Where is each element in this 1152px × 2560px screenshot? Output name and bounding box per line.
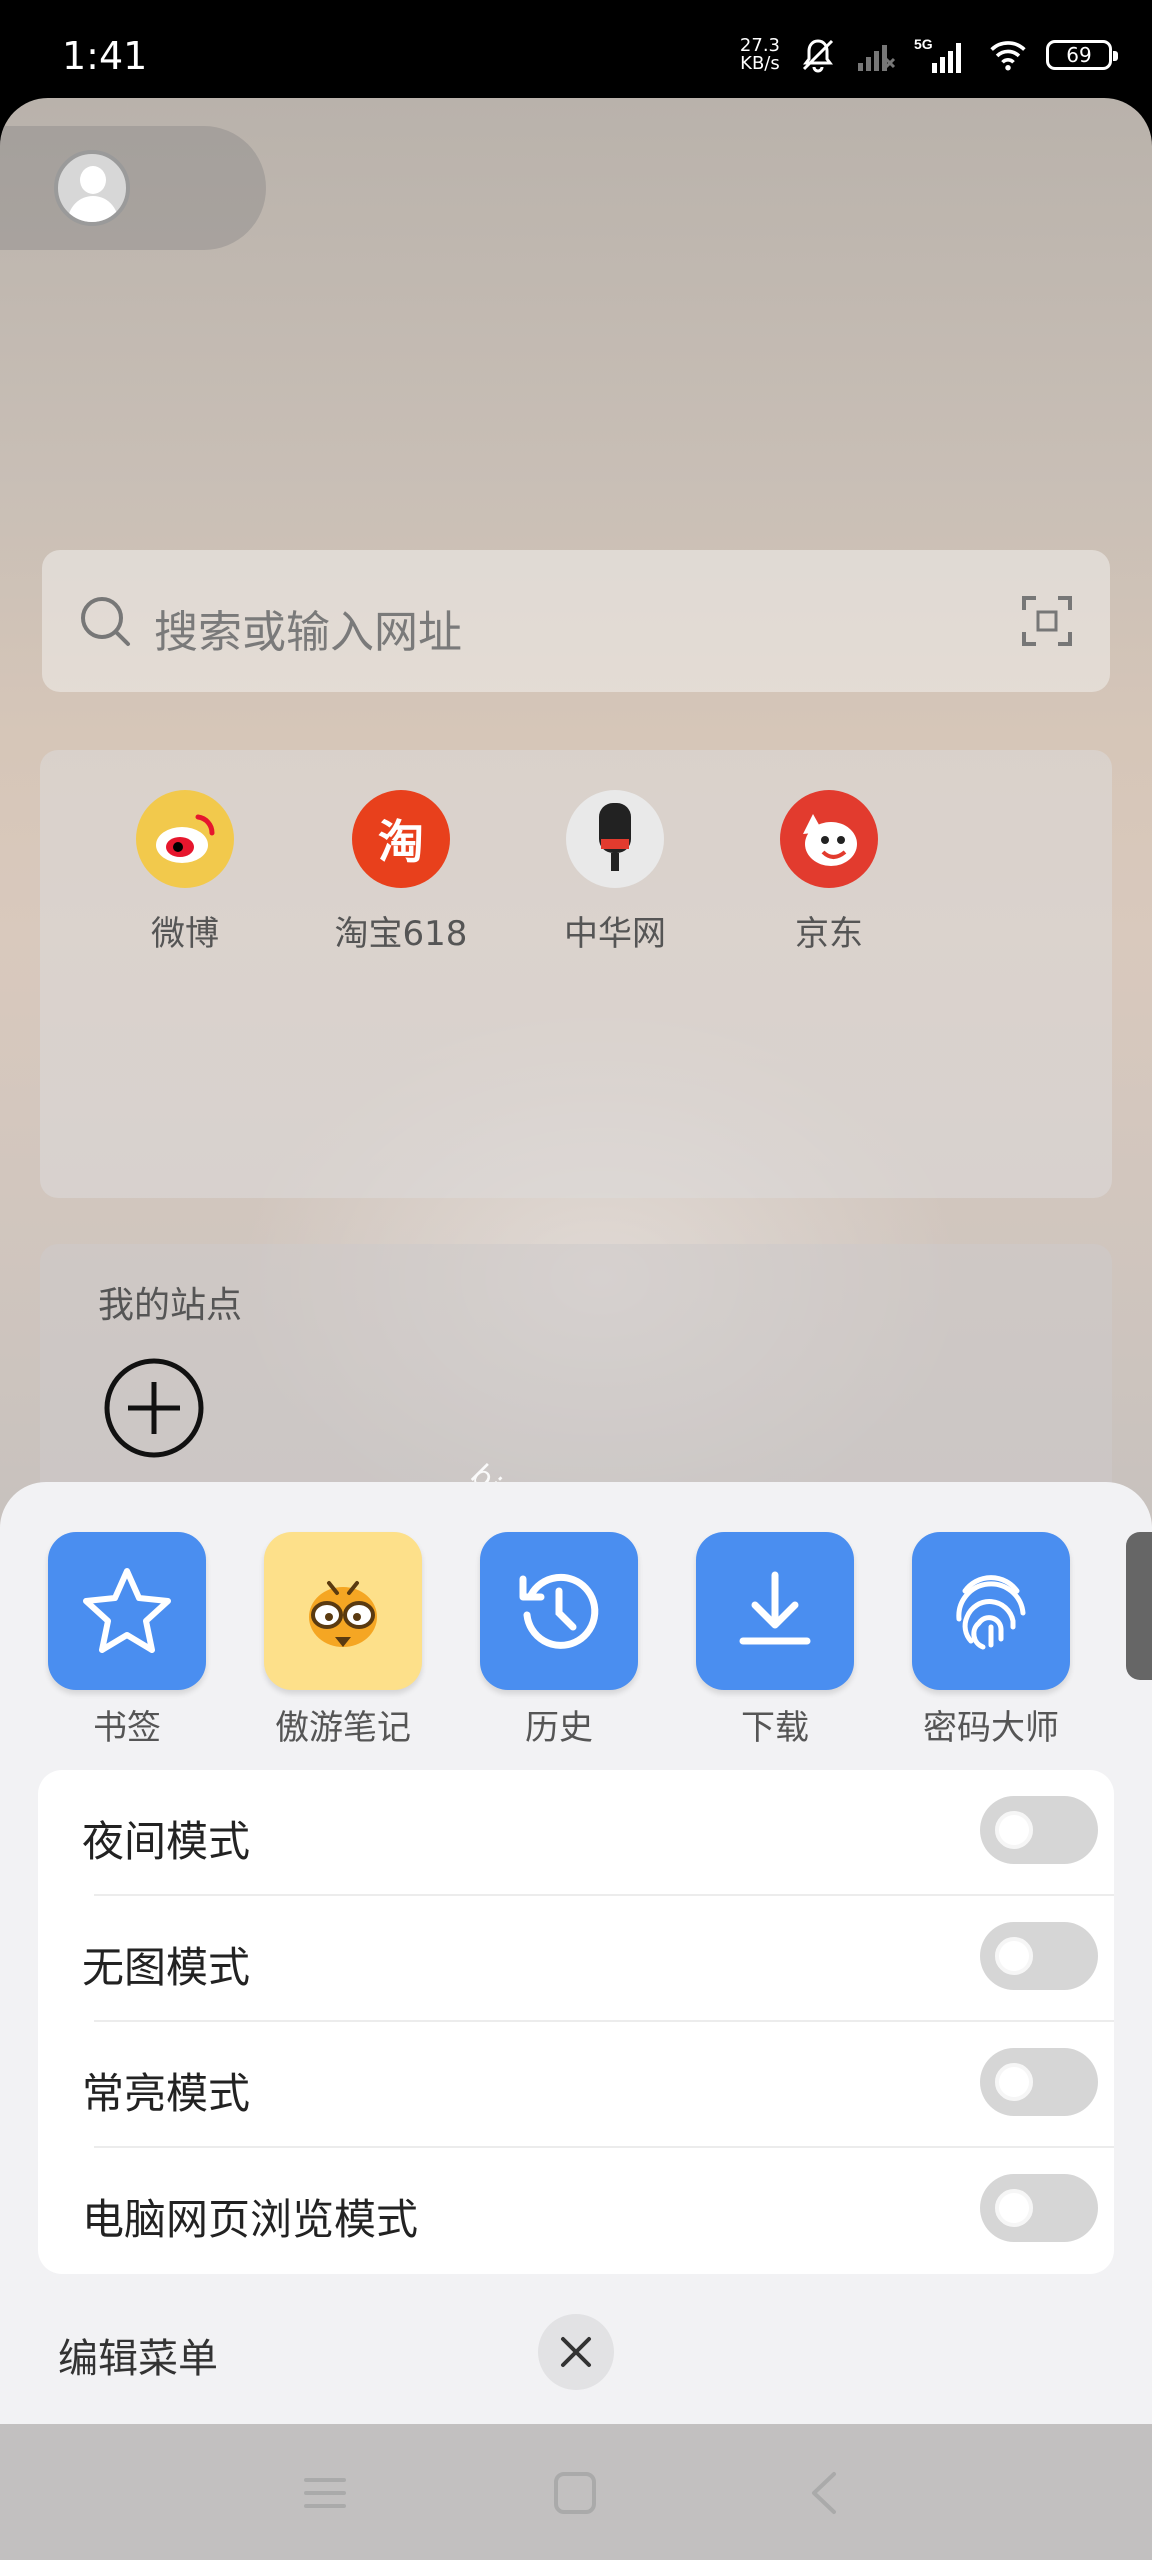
setting-label: 电脑网页浏览模式 — [82, 2195, 419, 2244]
fingerprint-icon — [912, 1532, 1070, 1690]
search-bar[interactable]: 搜索或输入网址 — [42, 550, 1110, 692]
close-icon — [561, 2337, 591, 2367]
download-icon — [696, 1532, 854, 1690]
quick-link-label: 淘宝618 — [334, 914, 468, 954]
network-speed-unit: KB/s — [740, 53, 780, 74]
desktop-mode-toggle[interactable] — [980, 2174, 1098, 2242]
quick-link-china-com[interactable]: 中华网 — [540, 790, 690, 955]
tool-label: 密码大师 — [923, 1708, 1059, 1748]
wifi-icon — [988, 35, 1028, 75]
status-icons: 27.3 KB/s 5G 69 — [740, 30, 1118, 80]
search-input[interactable]: 搜索或输入网址 — [154, 596, 462, 660]
signal-5g-icon: 5G — [914, 35, 970, 75]
tools-row: 书签 傲游笔记 历史 下载 密码大师 — [0, 1532, 1152, 1752]
quick-link-label: 中华网 — [564, 914, 666, 954]
taobao-logo-text: 淘 — [378, 815, 424, 869]
more-tools-edge[interactable] — [1126, 1532, 1152, 1680]
setting-desktop-mode: 电脑网页浏览模式 — [38, 2148, 1114, 2274]
keep-screen-on-toggle[interactable] — [980, 2048, 1098, 2116]
china-com-icon — [566, 790, 664, 888]
tool-label: 下载 — [741, 1708, 809, 1748]
weibo-icon — [136, 790, 234, 888]
close-menu-button[interactable] — [538, 2314, 614, 2390]
bell-muted-icon — [798, 35, 838, 75]
tool-label: 傲游笔记 — [275, 1708, 411, 1748]
downloads-button[interactable]: 下载 — [667, 1532, 883, 1749]
taobao-icon: 淘 — [352, 790, 450, 888]
my-sites-title: 我的站点 — [98, 1285, 243, 1326]
account-button[interactable] — [0, 126, 266, 250]
scan-icon[interactable] — [1020, 594, 1074, 648]
setting-label: 常亮模式 — [82, 2069, 251, 2118]
back-icon[interactable] — [800, 2468, 850, 2518]
edit-menu-button[interactable]: 编辑菜单 — [58, 2326, 218, 2384]
network-type-label: 5G — [914, 36, 933, 52]
password-manager-button[interactable]: 密码大师 — [883, 1532, 1099, 1749]
tool-label: 书签 — [93, 1708, 161, 1748]
quick-link-label: 京东 — [795, 914, 863, 954]
history-button[interactable]: 历史 — [451, 1532, 667, 1749]
avatar[interactable] — [54, 150, 130, 226]
history-icon — [480, 1532, 638, 1690]
bookmarks-button[interactable]: 书签 — [19, 1532, 235, 1749]
system-nav-bar — [0, 2424, 1152, 2560]
menu-sheet: 书签 傲游笔记 历史 下载 密码大师 夜间模式 无图模式 常亮模式 电脑网页浏览… — [0, 1482, 1152, 2424]
add-site-icon[interactable] — [102, 1356, 206, 1460]
signal-off-icon — [856, 35, 896, 75]
setting-label: 夜间模式 — [82, 1817, 251, 1866]
status-bar: 1:41 27.3 KB/s 5G 69 — [0, 0, 1152, 100]
quick-link-taobao[interactable]: 淘 淘宝618 — [326, 790, 476, 955]
setting-night-mode: 夜间模式 — [38, 1770, 1114, 1896]
quick-link-weibo[interactable]: 微博 — [110, 790, 260, 955]
no-image-mode-toggle[interactable] — [980, 1922, 1098, 1990]
battery-icon: 69 — [1046, 40, 1118, 70]
settings-list: 夜间模式 无图模式 常亮模式 电脑网页浏览模式 — [38, 1770, 1114, 2274]
quick-link-jd[interactable]: 京东 — [754, 790, 904, 955]
home-icon[interactable] — [550, 2468, 600, 2518]
star-icon — [48, 1532, 206, 1690]
night-mode-toggle[interactable] — [980, 1796, 1098, 1864]
setting-keep-screen-on: 常亮模式 — [38, 2022, 1114, 2148]
tool-label: 历史 — [525, 1708, 593, 1748]
jd-icon — [780, 790, 878, 888]
notes-button[interactable]: 傲游笔记 — [235, 1532, 451, 1749]
quick-links-panel: 微博 淘 淘宝618 中华网 京东 — [40, 750, 1112, 1198]
network-speed: 27.3 KB/s — [740, 37, 780, 73]
search-icon — [81, 597, 130, 646]
status-time: 1:41 — [62, 34, 148, 78]
setting-label: 无图模式 — [82, 1943, 251, 1992]
setting-no-image-mode: 无图模式 — [38, 1896, 1114, 2022]
bee-icon — [264, 1532, 422, 1690]
quick-link-label: 微博 — [151, 914, 219, 954]
menu-icon[interactable] — [300, 2468, 350, 2518]
